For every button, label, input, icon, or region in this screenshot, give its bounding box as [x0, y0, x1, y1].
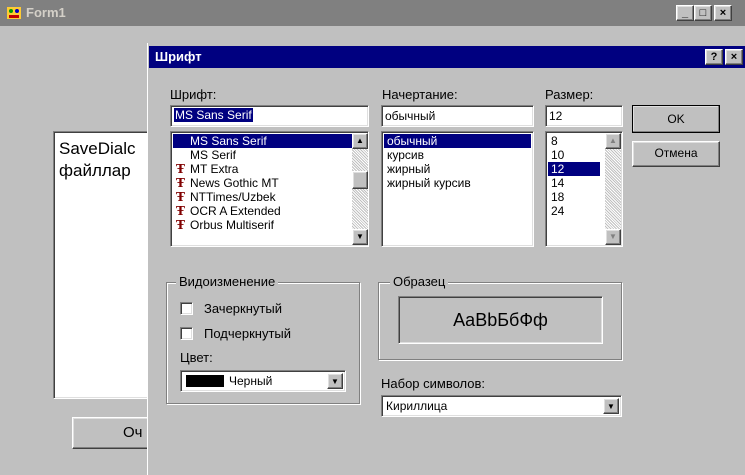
size-label: Размер:: [545, 87, 594, 102]
font-scrollbar[interactable]: ▲ ▼: [352, 133, 368, 245]
color-combobox[interactable]: Черный ▼: [180, 370, 346, 392]
color-dropdown-button[interactable]: ▼: [327, 373, 343, 389]
font-list-item[interactable]: Ŧ Orbus Multiserif: [173, 218, 352, 232]
size-item[interactable]: 10: [548, 148, 600, 162]
style-item[interactable]: курсив: [384, 148, 531, 162]
color-label: Цвет:: [180, 350, 213, 365]
help-button[interactable]: ?: [705, 49, 723, 65]
strikeout-label[interactable]: Зачеркнутый: [204, 301, 282, 316]
style-item[interactable]: жирный: [384, 162, 531, 176]
minimize-button[interactable]: _: [676, 5, 694, 21]
font-list-item[interactable]: Ŧ OCR A Extended: [173, 204, 352, 218]
font-list-item[interactable]: MS Sans Serif: [173, 134, 352, 148]
cancel-button[interactable]: Отмена: [632, 141, 720, 167]
strikeout-checkbox[interactable]: [180, 302, 193, 315]
maximize-button[interactable]: □: [694, 5, 712, 21]
truetype-icon: Ŧ: [176, 204, 185, 218]
font-label: Шрифт:: [170, 87, 217, 102]
font-list-item[interactable]: Ŧ News Gothic MT: [173, 176, 352, 190]
dialog-title: Шрифт: [155, 49, 202, 64]
style-item[interactable]: обычный: [384, 134, 531, 148]
size-scroll-down-button[interactable]: ▼: [605, 229, 621, 245]
size-input[interactable]: 12: [545, 105, 623, 127]
charset-dropdown-button[interactable]: ▼: [603, 398, 619, 414]
truetype-icon: Ŧ: [176, 218, 185, 232]
dialog-titlebar[interactable]: Шрифт ? ×: [149, 46, 745, 68]
size-scroll-up-button[interactable]: ▲: [605, 133, 621, 149]
size-item[interactable]: 18: [548, 190, 600, 204]
dialog-close-button[interactable]: ×: [725, 49, 743, 65]
ok-button[interactable]: OK: [632, 105, 720, 133]
effects-label: Видоизменение: [176, 274, 279, 289]
size-scrollbar[interactable]: ▲ ▼: [605, 133, 621, 245]
truetype-icon: Ŧ: [176, 162, 185, 176]
style-item[interactable]: жирный курсив: [384, 176, 531, 190]
truetype-icon: Ŧ: [176, 176, 185, 190]
font-name-input[interactable]: MS Sans Serif: [170, 105, 369, 127]
underline-checkbox[interactable]: [180, 327, 193, 340]
close-button[interactable]: ×: [714, 5, 732, 21]
sample-box: AaBbБбФф: [398, 296, 603, 344]
size-item[interactable]: 12: [548, 162, 600, 176]
form1-titlebar[interactable]: Form1 _ □ ×: [0, 0, 745, 26]
truetype-icon: Ŧ: [176, 190, 185, 204]
charset-label: Набор символов:: [381, 376, 486, 391]
style-label: Начертание:: [382, 87, 458, 102]
form1-title: Form1: [26, 5, 66, 20]
font-list-item[interactable]: Ŧ NTTimes/Uzbek: [173, 190, 352, 204]
style-input[interactable]: обычный: [381, 105, 534, 127]
size-listbox[interactable]: 8 10 12 14 18 24 ▲ ▼: [545, 131, 623, 247]
color-swatch: [186, 375, 224, 387]
scroll-down-button[interactable]: ▼: [352, 229, 368, 245]
font-list-item[interactable]: MS Serif: [173, 148, 352, 162]
sample-label: Образец: [390, 274, 449, 289]
underline-label[interactable]: Подчеркнутый: [204, 326, 291, 341]
app-icon: [6, 5, 22, 21]
color-value: Черный: [229, 374, 273, 388]
font-listbox[interactable]: MS Sans Serif MS Serif Ŧ MT Extra Ŧ News Goth…: [170, 131, 369, 247]
scroll-up-button[interactable]: ▲: [352, 133, 368, 149]
charset-combobox[interactable]: Кириллица ▼: [381, 395, 622, 417]
style-listbox[interactable]: обычный курсив жирный жирный курсив: [381, 131, 534, 247]
font-list-item[interactable]: Ŧ MT Extra: [173, 162, 352, 176]
size-item[interactable]: 8: [548, 134, 600, 148]
size-item[interactable]: 14: [548, 176, 600, 190]
charset-value: Кириллица: [386, 399, 448, 413]
size-item[interactable]: 24: [548, 204, 600, 218]
scroll-thumb[interactable]: [352, 171, 368, 189]
